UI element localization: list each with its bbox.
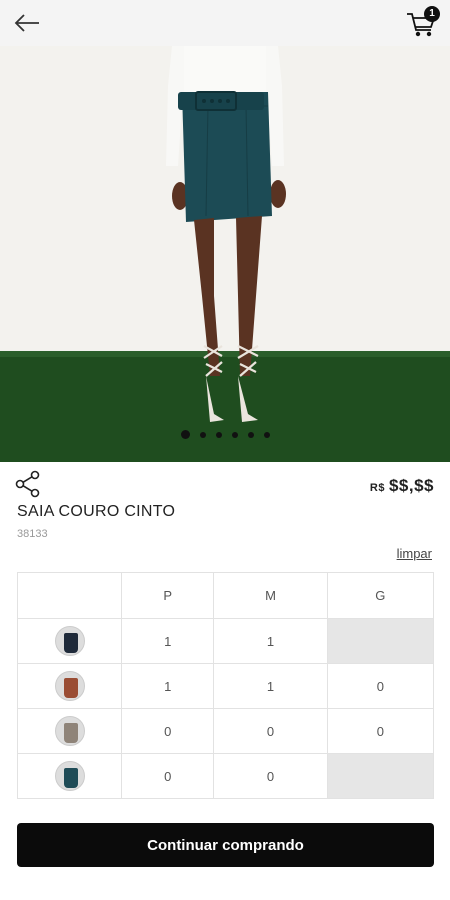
color-swatch-cell xyxy=(17,663,122,709)
product-name: SAIA COURO CINTO xyxy=(17,503,176,520)
carousel-dot[interactable] xyxy=(215,431,222,438)
size-color-grid: P M G 1 1 1 1 0 0 0 0 0 0 xyxy=(17,572,435,799)
price-value: $$,$$ xyxy=(388,476,434,495)
quantity-cell[interactable]: 0 xyxy=(120,753,215,799)
quantity-cell[interactable]: 1 xyxy=(120,663,215,709)
cart-button[interactable]: 1 xyxy=(404,6,442,40)
product-price: R$ $$,$$ xyxy=(370,476,434,496)
grid-row: 1 1 xyxy=(17,618,435,664)
carousel-dot[interactable] xyxy=(247,431,254,438)
cart-count-badge: 1 xyxy=(424,6,440,22)
quantity-cell[interactable]: 1 xyxy=(213,618,328,664)
carousel-dot[interactable] xyxy=(180,430,190,439)
unavailable-cell xyxy=(326,753,435,799)
price-currency: R$ xyxy=(369,482,385,494)
quantity-cell[interactable]: 0 xyxy=(326,708,435,754)
unavailable-cell xyxy=(326,618,435,664)
color-swatch-cell xyxy=(17,753,122,799)
carousel-dot[interactable] xyxy=(263,431,270,438)
quantity-cell[interactable]: 0 xyxy=(213,753,328,799)
model-photo xyxy=(0,46,450,462)
grid-row: 0 0 xyxy=(17,753,435,799)
size-header: M xyxy=(213,572,328,619)
size-header: G xyxy=(326,572,435,619)
back-button[interactable] xyxy=(10,8,44,38)
quantity-cell[interactable]: 0 xyxy=(213,708,328,754)
color-swatch[interactable] xyxy=(54,761,85,791)
product-image[interactable] xyxy=(0,46,450,462)
color-swatch-cell xyxy=(17,708,122,754)
grid-row: 0 0 0 xyxy=(17,708,435,754)
quantity-cell[interactable]: 1 xyxy=(120,618,215,664)
color-swatch[interactable] xyxy=(54,671,85,701)
share-icon xyxy=(15,470,40,498)
top-bar: 1 xyxy=(0,0,450,46)
color-swatch-cell xyxy=(17,618,122,664)
product-code: 38133 xyxy=(17,528,48,540)
size-header: P xyxy=(120,572,215,619)
carousel-dot[interactable] xyxy=(199,431,206,438)
quantity-cell[interactable]: 1 xyxy=(213,663,328,709)
clear-link[interactable]: limpar xyxy=(397,546,432,561)
color-swatch[interactable] xyxy=(54,716,85,746)
grid-header-row: P M G xyxy=(17,572,435,619)
arrow-left-icon xyxy=(14,14,39,32)
share-button[interactable] xyxy=(14,470,42,498)
grid-corner-cell xyxy=(17,572,122,619)
quantity-cell[interactable]: 0 xyxy=(120,708,215,754)
grid-row: 1 1 0 xyxy=(17,663,435,709)
continue-shopping-button[interactable]: Continuar comprando xyxy=(17,823,434,867)
carousel-dots[interactable] xyxy=(0,430,450,442)
carousel-dot[interactable] xyxy=(231,431,238,438)
color-swatch[interactable] xyxy=(54,626,85,656)
quantity-cell[interactable]: 0 xyxy=(326,663,435,709)
